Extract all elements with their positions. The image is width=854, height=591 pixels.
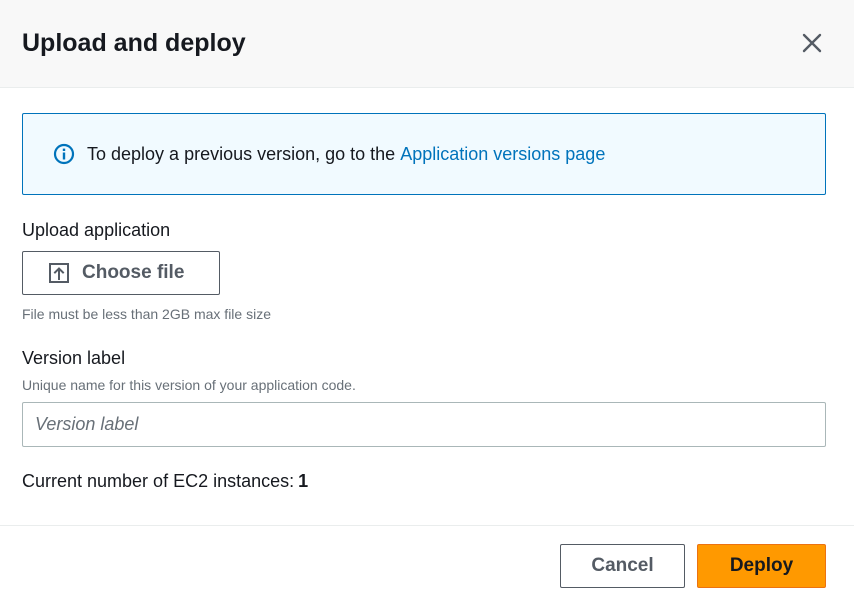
ec2-instances-count: 1	[298, 471, 309, 491]
upload-hint: File must be less than 2GB max file size	[22, 306, 271, 322]
cancel-button[interactable]: Cancel	[560, 544, 685, 588]
version-label-title: Version label	[22, 348, 126, 368]
ec2-instances-label: Current number of EC2 instances:	[22, 471, 295, 491]
info-text: To deploy a previous version, go to the	[87, 143, 396, 164]
upload-application-label: Upload application	[22, 220, 171, 240]
version-label-description: Unique name for this version of your app…	[22, 377, 356, 393]
modal-header: Upload and deploy	[0, 0, 854, 88]
ec2-instances-info: Current number of EC2 instances: 1	[22, 469, 308, 493]
footer-divider	[0, 525, 854, 526]
choose-file-label: Choose file	[82, 262, 185, 283]
info-circle-icon	[53, 143, 75, 165]
deploy-button[interactable]: Deploy	[697, 544, 826, 588]
application-versions-link[interactable]: Application versions page	[400, 144, 605, 165]
choose-file-button[interactable]: Choose file	[22, 251, 220, 295]
modal-title: Upload and deploy	[22, 29, 246, 57]
upload-icon	[48, 262, 70, 284]
version-label-input[interactable]	[22, 402, 826, 447]
close-button[interactable]	[796, 27, 828, 59]
close-icon	[802, 33, 822, 53]
upload-deploy-modal: Upload and deploy To deploy a previous v…	[0, 0, 854, 591]
info-alert: To deploy a previous version, go to the …	[22, 113, 826, 195]
